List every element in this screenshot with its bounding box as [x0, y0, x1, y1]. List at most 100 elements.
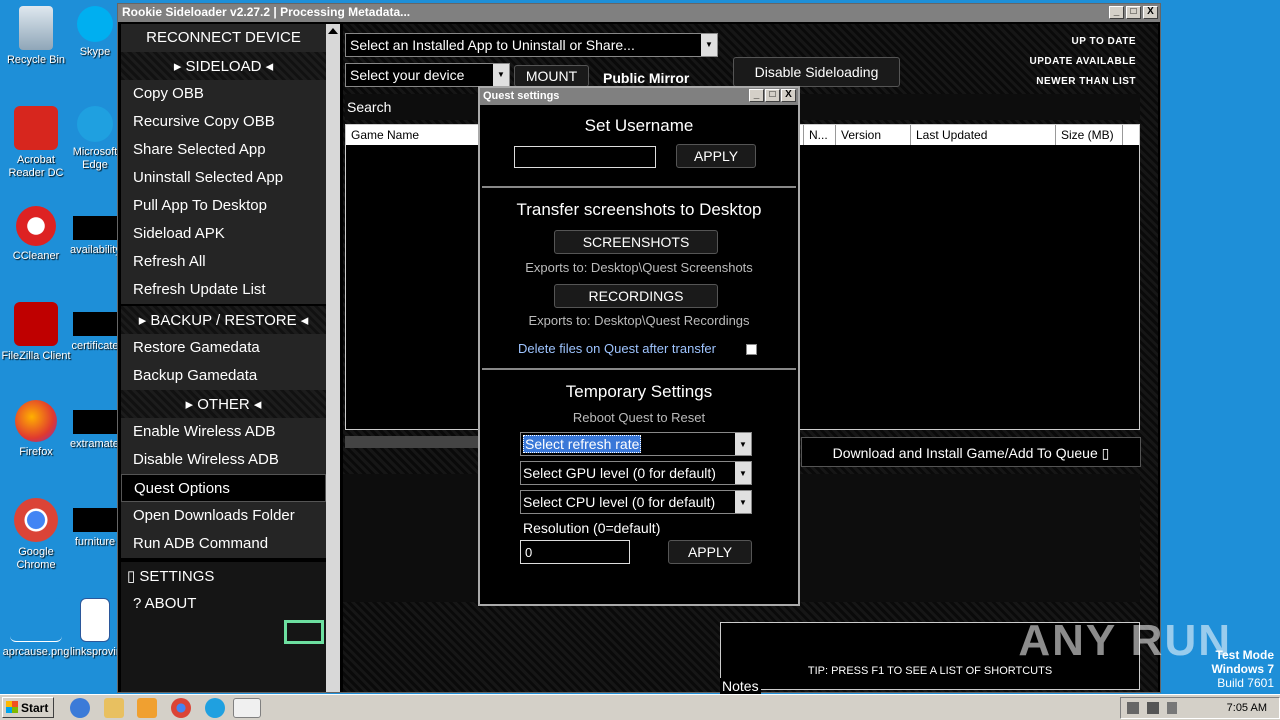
desktop-icon-firefox[interactable]: Firefox: [0, 400, 72, 459]
window-title: Rookie Sideloader v2.27.2 | Processing M…: [122, 5, 411, 19]
recursive-copy-obb-button[interactable]: Recursive Copy OBB: [121, 108, 326, 136]
share-selected-app-button[interactable]: Share Selected App: [121, 136, 326, 164]
refresh-all-button[interactable]: Refresh All: [121, 248, 326, 276]
volume-icon[interactable]: [1127, 702, 1139, 714]
sideload-apk-button[interactable]: Sideload APK: [121, 220, 326, 248]
dialog-minimize-button[interactable]: _: [749, 89, 764, 102]
quest-options-button[interactable]: Quest Options: [121, 474, 326, 502]
pull-app-to-desktop-button[interactable]: Pull App To Desktop: [121, 192, 326, 220]
desktop-icon-availability[interactable]: availability: [70, 206, 120, 257]
explorer-icon[interactable]: [104, 698, 124, 718]
device-combo[interactable]: Select your device ▼: [345, 63, 510, 87]
file-icon: [73, 216, 117, 240]
about-button[interactable]: ? ABOUT: [121, 590, 326, 618]
disable-sideloading-button[interactable]: Disable Sideloading: [733, 57, 900, 87]
mount-button[interactable]: MOUNT: [514, 65, 589, 87]
recordings-path: Exports to: Desktop\Quest Recordings: [528, 313, 750, 328]
delete-files-checkbox[interactable]: [746, 344, 757, 355]
desktop-icon-ccleaner[interactable]: CCleaner: [0, 206, 72, 263]
temporary-settings-heading: Temporary Settings: [565, 382, 713, 401]
refresh-update-list-button[interactable]: Refresh Update List: [121, 276, 326, 304]
resolution-input[interactable]: [520, 540, 630, 564]
test-mode-line1: Test Mode: [1215, 648, 1274, 662]
copy-obb-button[interactable]: Copy OBB: [121, 80, 326, 108]
resolution-apply-button[interactable]: APPLY: [668, 540, 752, 564]
open-downloads-folder-button[interactable]: Open Downloads Folder: [121, 502, 326, 530]
start-button[interactable]: Start: [2, 697, 54, 718]
chevron-down-icon: ▼: [735, 433, 751, 455]
network-icon[interactable]: [1147, 702, 1159, 714]
dialog-close-button[interactable]: X: [781, 89, 796, 102]
enable-wireless-adb-button[interactable]: Enable Wireless ADB: [121, 418, 326, 446]
sidebar-scrollbar[interactable]: [326, 24, 340, 692]
ccleaner-icon: [16, 206, 56, 246]
screenshots-path: Exports to: Desktop\Quest Screenshots: [525, 260, 753, 275]
search-label: Search: [347, 99, 392, 115]
cpu-level-combo[interactable]: Select CPU level (0 for default) ▼: [520, 490, 752, 514]
desktop-icon-filezilla[interactable]: FileZilla Client: [0, 302, 72, 363]
chrome-taskbar-icon[interactable]: [171, 698, 191, 718]
gpu-level-combo[interactable]: Select GPU level (0 for default) ▼: [520, 461, 752, 485]
refresh-rate-text: Select refresh rate: [523, 435, 642, 453]
window-titlebar[interactable]: Rookie Sideloader v2.27.2 | Processing M…: [118, 4, 1160, 22]
username-apply-button[interactable]: APPLY: [676, 144, 756, 168]
recordings-button[interactable]: RECORDINGS: [554, 284, 718, 308]
desktop-icon-aprcause[interactable]: aprcause.png: [0, 598, 72, 659]
delete-files-label: Delete files on Quest after transfer: [518, 341, 716, 356]
refresh-rate-combo[interactable]: Select refresh rate ▼: [520, 432, 752, 456]
maximize-button[interactable]: □: [1126, 6, 1141, 19]
desktop-icon-acrobat[interactable]: Acrobat Reader DC: [0, 106, 72, 180]
chevron-down-icon: ▼: [701, 34, 717, 56]
anyrun-watermark: ANY RUN: [1018, 616, 1232, 665]
desktop-icon-recycle-bin[interactable]: Recycle Bin: [0, 6, 72, 67]
settings-button[interactable]: ▯ SETTINGS: [121, 562, 326, 590]
uninstall-selected-app-button[interactable]: Uninstall Selected App: [121, 164, 326, 192]
minimize-button[interactable]: _: [1109, 6, 1124, 19]
media-player-icon[interactable]: [137, 698, 157, 718]
desktop-icon-furniture[interactable]: furniture: [70, 498, 120, 549]
desktop-icon-certificate[interactable]: certificate: [70, 302, 120, 353]
edge-taskbar-icon[interactable]: [205, 698, 225, 718]
restore-gamedata-button[interactable]: Restore Gamedata: [121, 334, 326, 362]
desktop-icon-edge[interactable]: Microsoft Edge: [70, 106, 120, 172]
other-header: ▸ OTHER ◂: [121, 390, 326, 418]
installed-app-combo-text: Select an Installed App to Uninstall or …: [350, 37, 635, 53]
download-install-button[interactable]: Download and Install Game/Add To Queue ▯: [801, 437, 1141, 467]
column-version[interactable]: Version: [836, 125, 911, 145]
ie-icon[interactable]: [70, 698, 90, 718]
chrome-icon: [14, 498, 58, 542]
file-icon: [73, 312, 117, 336]
image-icon: [10, 598, 62, 642]
run-adb-command-button[interactable]: Run ADB Command: [121, 530, 326, 558]
firefox-icon: [15, 400, 57, 442]
resolution-label: Resolution (0=default): [523, 520, 661, 536]
desktop-icon-extramaterial[interactable]: extramaterial: [70, 400, 120, 451]
reconnect-device-button[interactable]: RECONNECT DEVICE: [121, 24, 326, 52]
screenshots-button[interactable]: SCREENSHOTS: [554, 230, 718, 254]
desktop-icon-chrome[interactable]: Google Chrome: [0, 498, 72, 572]
disable-wireless-adb-button[interactable]: Disable Wireless ADB: [121, 446, 326, 474]
close-button[interactable]: X: [1143, 6, 1158, 19]
desktop-icon-skype[interactable]: Skype: [70, 6, 120, 59]
dialog-titlebar[interactable]: Quest settings _ □ X: [480, 88, 798, 105]
cpu-level-text: Select CPU level (0 for default): [523, 494, 716, 510]
column-n[interactable]: N...: [804, 125, 836, 145]
column-size[interactable]: Size (MB): [1056, 125, 1123, 145]
rookie-taskbar-button[interactable]: [233, 698, 261, 718]
desktop-icon-linksprovince[interactable]: linksprovince: [70, 598, 120, 659]
column-last-updated[interactable]: Last Updated: [911, 125, 1056, 145]
device-combo-text: Select your device: [350, 67, 465, 83]
shortcut-tip: TIP: PRESS F1 TO SEE A LIST OF SHORTCUTS: [807, 665, 1053, 677]
scroll-up-icon[interactable]: [328, 28, 338, 34]
clock[interactable]: 7:05 AM: [1227, 702, 1267, 714]
public-mirror-label: Public Mirror: [603, 70, 690, 86]
flag-icon[interactable]: [1167, 702, 1177, 714]
installed-app-combo[interactable]: Select an Installed App to Uninstall or …: [345, 33, 718, 57]
filezilla-icon: [14, 302, 58, 346]
file-icon: [73, 508, 117, 532]
username-input[interactable]: [514, 146, 656, 168]
chevron-down-icon: ▼: [735, 491, 751, 513]
backup-restore-header: ▸ BACKUP / RESTORE ◂: [121, 306, 326, 334]
backup-gamedata-button[interactable]: Backup Gamedata: [121, 362, 326, 390]
dialog-maximize-button[interactable]: □: [765, 89, 780, 102]
